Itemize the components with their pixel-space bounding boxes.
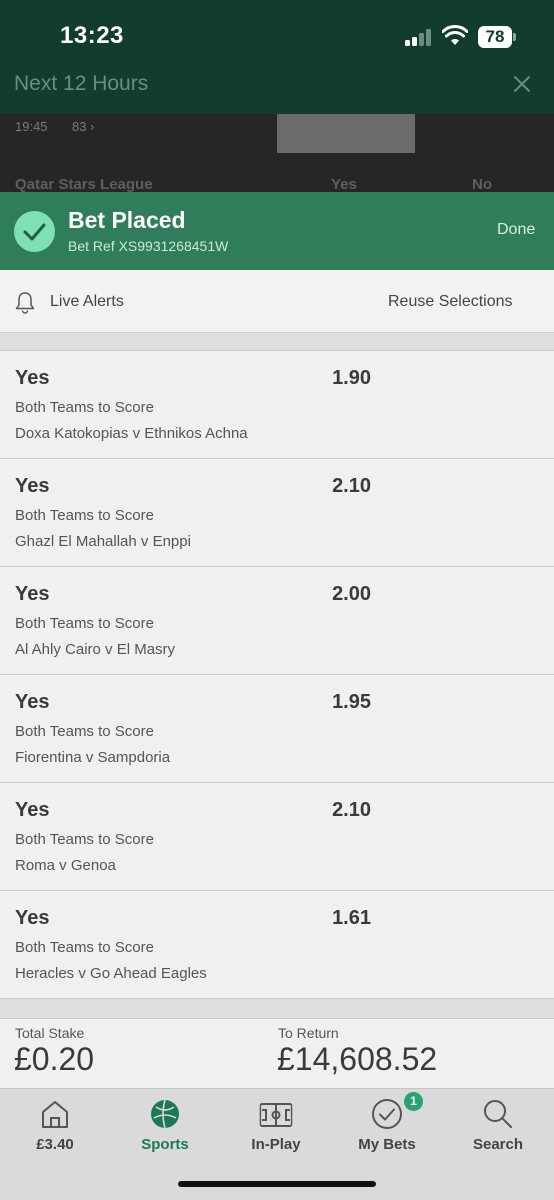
bet-market: Both Teams to Score: [15, 399, 154, 416]
bet-event: Roma v Genoa: [15, 857, 116, 874]
to-return-value: £14,608.52: [277, 1041, 438, 1077]
tab-in-play[interactable]: In-Play: [221, 1089, 331, 1159]
status-time: 13:23: [60, 22, 124, 49]
bet-selection: Yes: [15, 583, 50, 605]
bet-placed-title: Bet Placed: [68, 207, 186, 233]
tab-balance[interactable]: £3.40: [0, 1089, 110, 1159]
bet-list-item: Yes 2.00 Both Teams to Score Al Ahly Cai…: [0, 567, 554, 675]
actions-row: Live Alerts Reuse Selections: [0, 270, 554, 333]
bet-list-item: Yes 1.90 Both Teams to Score Doxa Katoko…: [0, 351, 554, 459]
status-bar: 13:23 78: [0, 0, 554, 64]
bet-market: Both Teams to Score: [15, 615, 154, 632]
bet-market: Both Teams to Score: [15, 939, 154, 956]
bet-list-item: Yes 1.61 Both Teams to Score Heracles v …: [0, 891, 554, 999]
bet-market: Both Teams to Score: [15, 507, 154, 524]
tab-label: Sports: [141, 1136, 189, 1153]
bet-odds: 1.61: [332, 907, 371, 929]
bet-market: Both Teams to Score: [15, 723, 154, 740]
home-icon: [42, 1101, 68, 1128]
background-event-time: 19:45: [15, 119, 48, 134]
bet-selection: Yes: [15, 475, 50, 497]
bet-odds: 2.10: [332, 475, 371, 497]
pitch-icon: [259, 1103, 293, 1127]
bet-placed-banner: Bet Placed Bet Ref XS9931268451W Done: [0, 192, 554, 270]
tab-label: £3.40: [36, 1136, 74, 1153]
tab-label: Search: [472, 1136, 524, 1153]
bet-selection: Yes: [15, 907, 50, 929]
bet-list-item: Yes 2.10 Both Teams to Score Roma v Geno…: [0, 783, 554, 891]
bet-odds: 2.10: [332, 799, 371, 821]
check-circle-icon: [372, 1099, 402, 1129]
tab-label: In-Play: [251, 1136, 301, 1153]
bet-list: Yes 1.90 Both Teams to Score Doxa Katoko…: [0, 350, 554, 999]
bet-odds: 1.90: [332, 367, 371, 389]
tab-search[interactable]: Search: [443, 1089, 553, 1159]
done-button[interactable]: Done: [497, 221, 535, 239]
background-league-title: Qatar Stars League: [15, 176, 153, 193]
bet-odds: 2.00: [332, 583, 371, 605]
background-market-count: 83 ›: [72, 119, 95, 134]
bet-list-item: Yes 2.10 Both Teams to Score Ghazl El Ma…: [0, 459, 554, 567]
bet-selection: Yes: [15, 691, 50, 713]
overlay-header: Next 12 Hours: [0, 64, 554, 114]
live-alerts-button[interactable]: Live Alerts: [50, 293, 124, 311]
battery-tip: [513, 33, 516, 41]
total-stake-label: Total Stake: [15, 1025, 85, 1041]
tab-label: My Bets: [358, 1136, 416, 1153]
cellular-signal-icon: [405, 28, 435, 46]
background-odds-button: [277, 114, 415, 153]
football-icon: [151, 1099, 179, 1129]
market-count-text: 83: [72, 119, 87, 134]
bet-event: Ghazl El Mahallah v Enppi: [15, 533, 191, 550]
bet-event: Heracles v Go Ahead Eagles: [15, 965, 207, 982]
home-indicator[interactable]: [178, 1181, 376, 1187]
bet-event: Fiorentina v Sampdoria: [15, 749, 171, 766]
background-col-yes: Yes: [331, 176, 357, 193]
wifi-icon: [442, 25, 468, 45]
battery-level: 78: [485, 27, 505, 46]
background-content: 19:45 83 › Qatar Stars League Yes No: [0, 114, 554, 193]
success-check-icon: [14, 211, 55, 252]
bet-odds: 1.95: [332, 691, 371, 713]
background-col-no: No: [472, 176, 492, 193]
tab-sports[interactable]: Sports: [110, 1089, 220, 1159]
my-bets-badge: 1: [404, 1092, 423, 1111]
overlay-title: Next 12 Hours: [14, 72, 149, 95]
bet-market: Both Teams to Score: [15, 831, 154, 848]
bet-selection: Yes: [15, 799, 50, 821]
bet-event: Doxa Katokopias v Ethnikos Achna: [15, 425, 248, 442]
bet-event: Al Ahly Cairo v El Masry: [15, 641, 176, 658]
bet-list-item: Yes 1.95 Both Teams to Score Fiorentina …: [0, 675, 554, 783]
bet-totals: Total Stake £0.20 To Return £14,608.52: [0, 1018, 554, 1088]
total-stake-value: £0.20: [14, 1041, 95, 1077]
bet-reference: Bet Ref XS9931268451W: [68, 238, 229, 254]
close-icon[interactable]: [510, 72, 534, 96]
bet-selection: Yes: [15, 367, 50, 389]
reuse-selections-button[interactable]: Reuse Selections: [388, 293, 513, 311]
tab-my-bets[interactable]: My Bets: [332, 1089, 442, 1159]
battery-icon: 78: [478, 26, 512, 48]
to-return-label: To Return: [278, 1025, 339, 1041]
bell-icon[interactable]: [14, 290, 36, 314]
search-icon: [484, 1100, 512, 1128]
